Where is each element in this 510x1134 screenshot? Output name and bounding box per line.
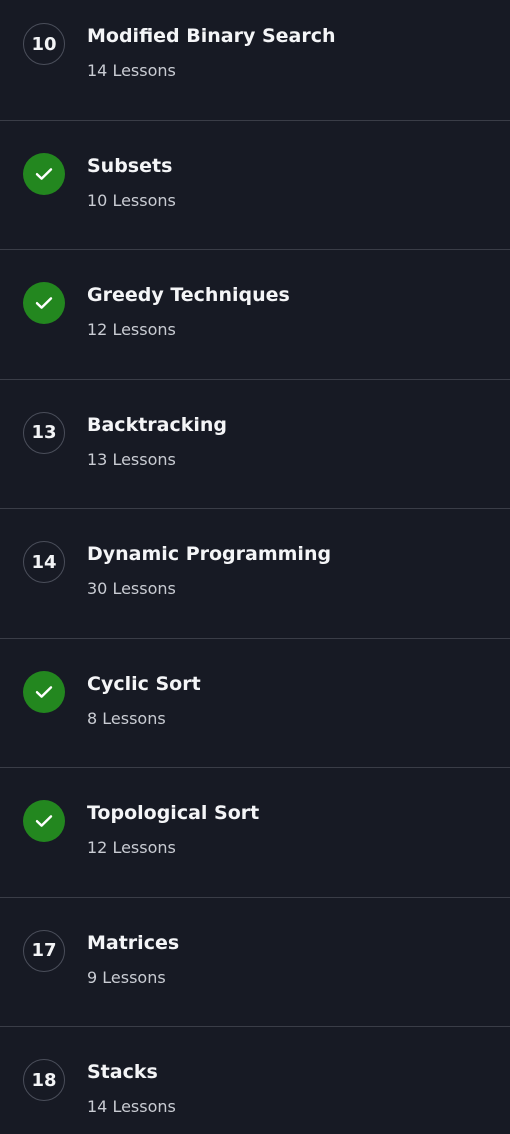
check-icon: [23, 282, 65, 324]
module-lesson-count: 8 Lessons: [87, 708, 166, 728]
module-lesson-count: 13 Lessons: [87, 449, 176, 469]
check-icon: [23, 800, 65, 842]
module-lesson-count: 14 Lessons: [87, 61, 176, 80]
module-item-topological-sort[interactable]: Topological Sort 12 Lessons: [0, 768, 510, 898]
module-title: Subsets: [87, 154, 173, 177]
module-number-badge: 18: [23, 1059, 65, 1101]
module-title: Matrices: [87, 931, 180, 954]
module-number-badge: 14: [23, 541, 65, 583]
module-title: Dynamic Programming: [87, 543, 332, 565]
module-lesson-count: 12 Lessons: [87, 320, 176, 339]
module-title: Modified Binary Search: [87, 25, 336, 47]
check-icon: [23, 152, 65, 195]
module-lesson-count: 9 Lessons: [87, 967, 166, 987]
module-item-matrices[interactable]: 17 Matrices 9 Lessons: [0, 898, 510, 1027]
module-list: 10 Modified Binary Search 14 Lessons Sub…: [0, 0, 510, 1125]
module-item-modified-binary-search[interactable]: 10 Modified Binary Search 14 Lessons: [0, 0, 510, 121]
module-item-cyclic-sort[interactable]: Cyclic Sort 8 Lessons: [0, 639, 510, 768]
module-lesson-count: 10 Lessons: [87, 190, 176, 210]
module-lesson-count: 12 Lessons: [87, 838, 176, 857]
module-number-badge: 17: [23, 929, 65, 972]
check-icon: [23, 670, 65, 713]
module-lesson-count: 30 Lessons: [87, 579, 176, 598]
module-title: Stacks: [87, 1061, 158, 1083]
module-item-backtracking[interactable]: 13 Backtracking 13 Lessons: [0, 380, 510, 509]
module-item-subsets[interactable]: Subsets 10 Lessons: [0, 121, 510, 250]
module-title: Cyclic Sort: [87, 672, 201, 695]
module-title: Backtracking: [87, 413, 228, 436]
module-title: Topological Sort: [87, 802, 260, 824]
module-title: Greedy Techniques: [87, 284, 290, 306]
module-item-dynamic-programming[interactable]: 14 Dynamic Programming 30 Lessons: [0, 509, 510, 639]
module-lesson-count: 14 Lessons: [87, 1097, 176, 1116]
module-number-badge: 10: [23, 23, 65, 65]
module-number-badge: 13: [23, 411, 65, 454]
module-item-greedy-techniques[interactable]: Greedy Techniques 12 Lessons: [0, 250, 510, 380]
module-item-stacks[interactable]: 18 Stacks 14 Lessons: [0, 1027, 510, 1134]
